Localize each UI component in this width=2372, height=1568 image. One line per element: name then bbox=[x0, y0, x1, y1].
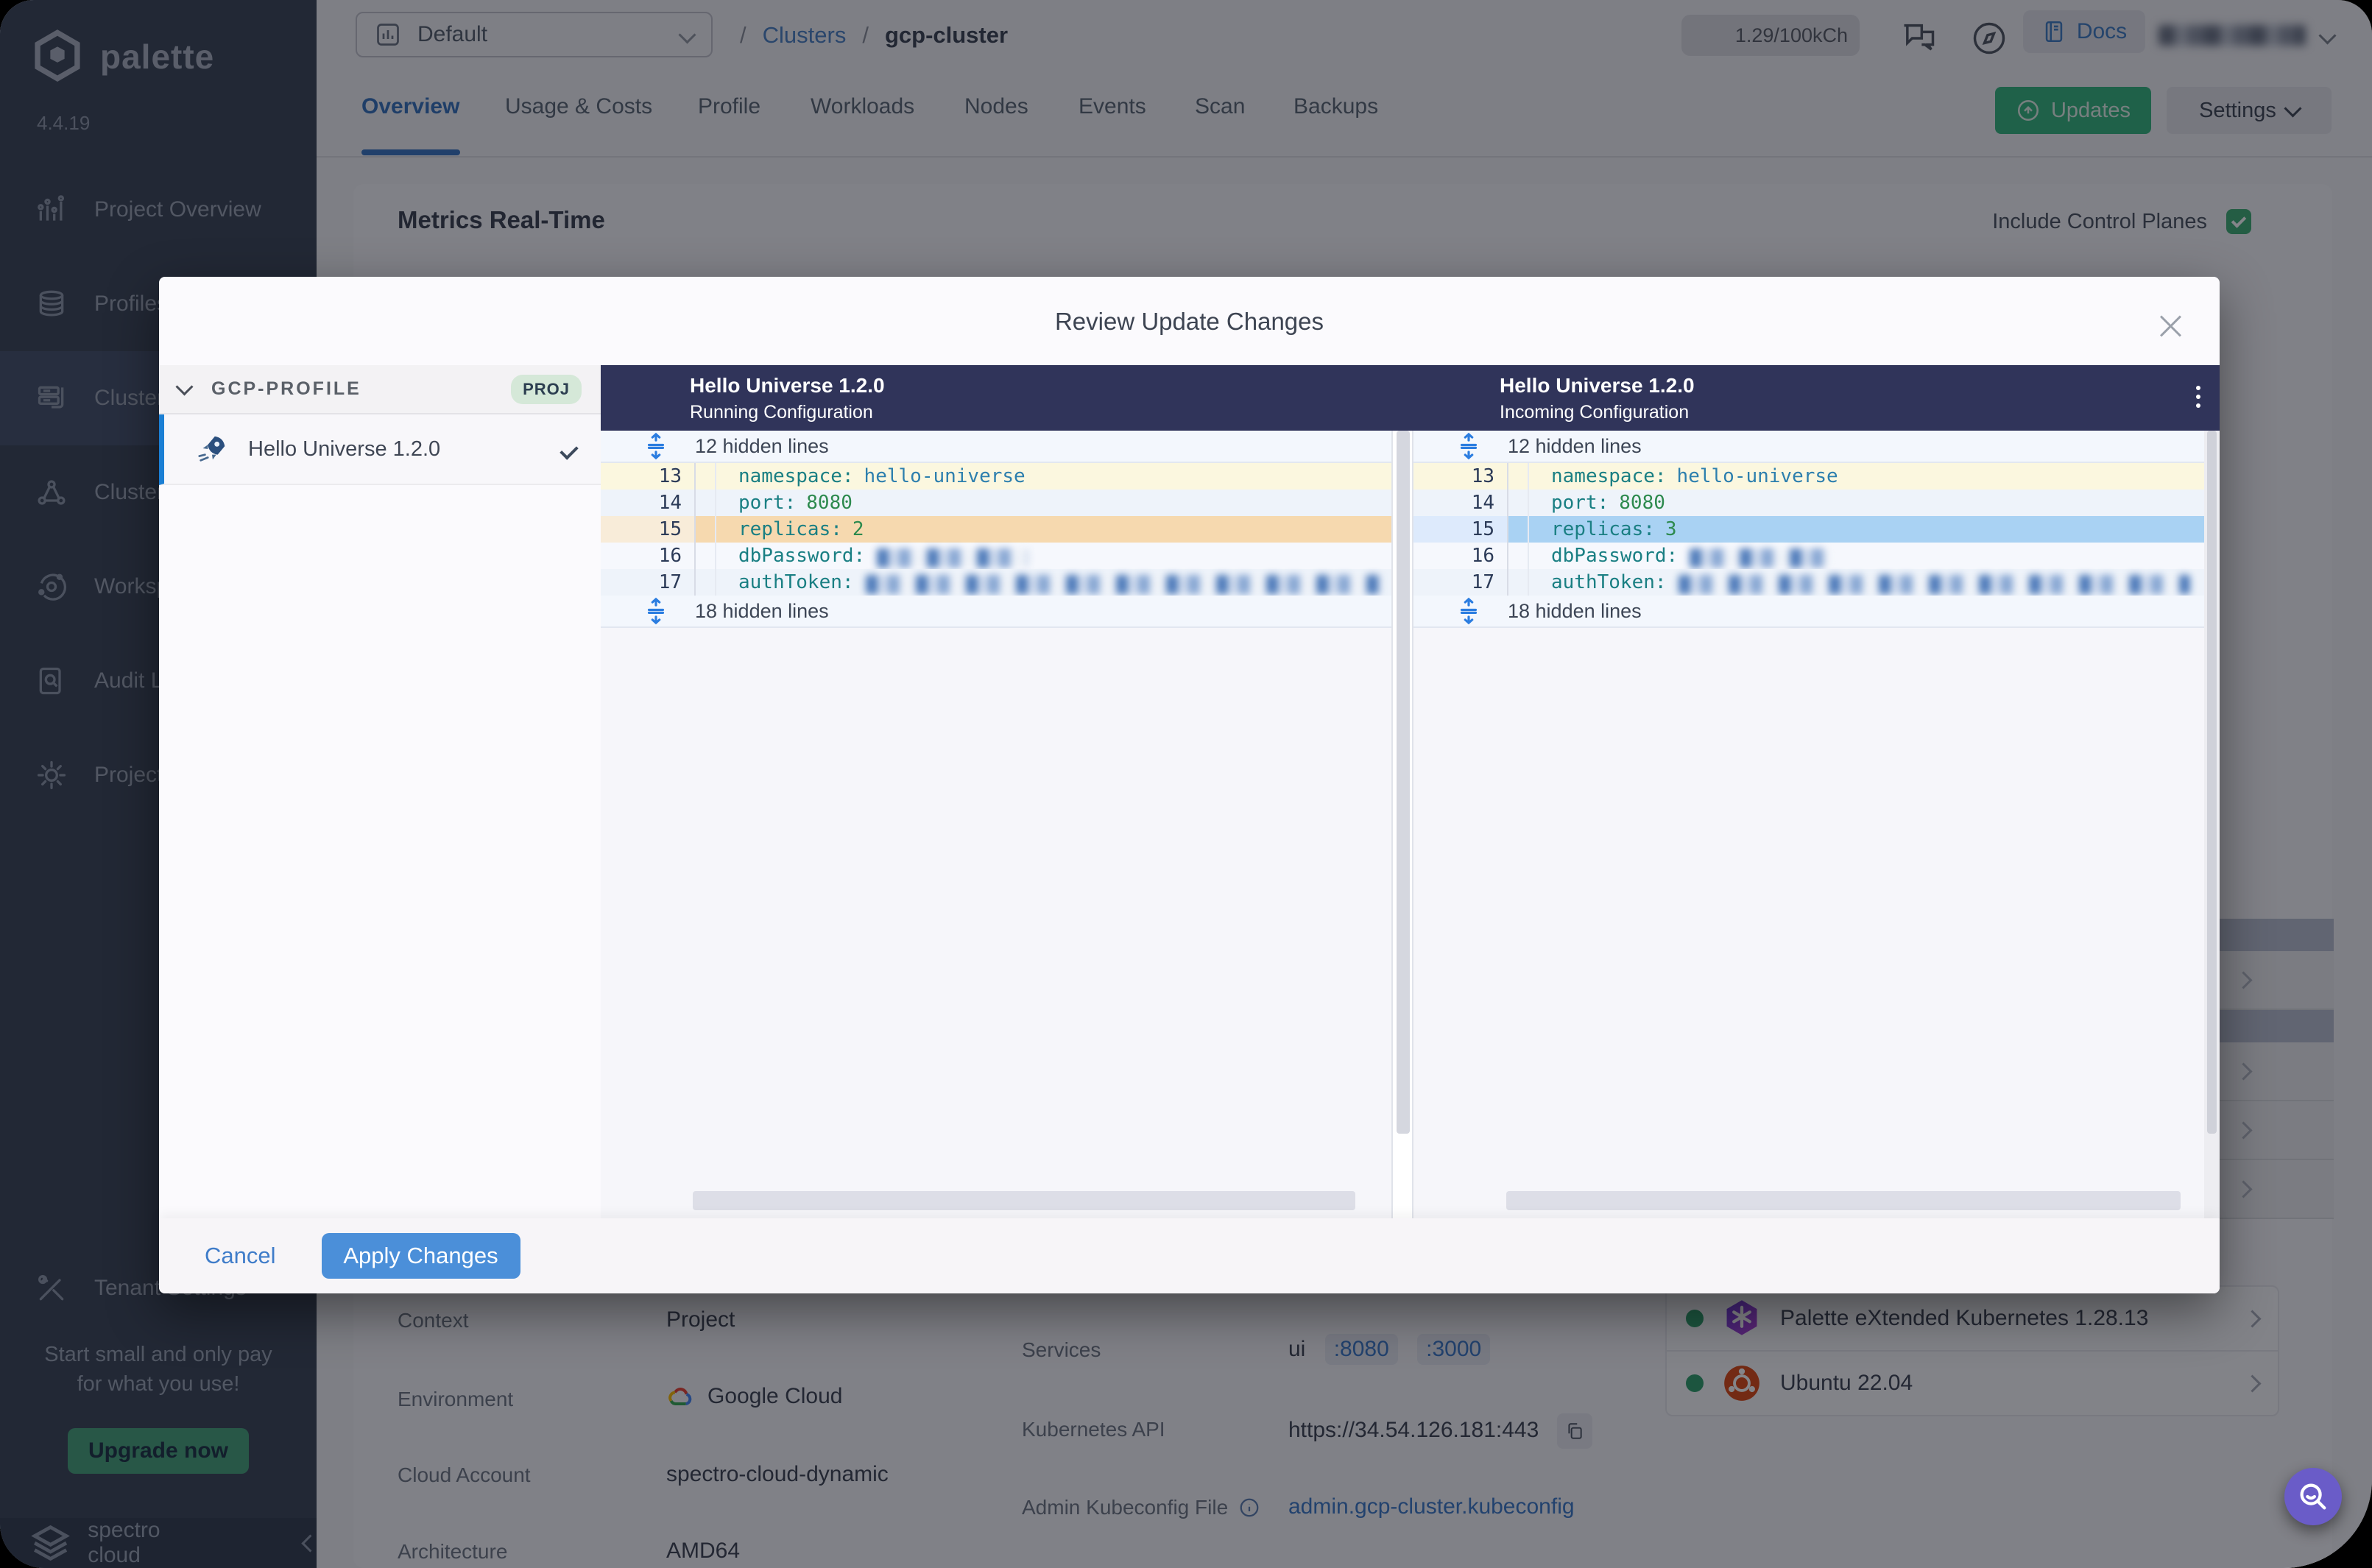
profile-panel: GCP-PROFILE PROJ Hello Universe 1.2.0 bbox=[159, 365, 602, 1218]
hidden-lines-row[interactable]: 12 hidden lines bbox=[601, 431, 1391, 463]
code-line-changed: 15 replicas: 2 bbox=[601, 516, 1391, 543]
running-pane-title: Hello Universe 1.2.0 bbox=[690, 374, 885, 397]
yaml-key: dbPassword: bbox=[738, 545, 866, 567]
help-search-fab[interactable] bbox=[2284, 1468, 2342, 1525]
redacted-value bbox=[1678, 574, 2190, 594]
vertical-scrollbar[interactable] bbox=[2207, 431, 2217, 1134]
code-line: 17 authToken: bbox=[1413, 569, 2204, 596]
close-icon[interactable] bbox=[2158, 312, 2184, 339]
kebab-menu-icon[interactable] bbox=[2196, 386, 2200, 390]
line-number: 14 bbox=[601, 490, 696, 516]
hidden-lines-label: 12 hidden lines bbox=[1508, 434, 1642, 457]
line-number: 14 bbox=[1413, 490, 1508, 516]
profile-pack-name: Hello Universe 1.2.0 bbox=[248, 437, 441, 461]
unfold-icon bbox=[1460, 432, 1478, 460]
rocket-icon bbox=[198, 436, 225, 462]
yaml-key: authToken: bbox=[1551, 571, 1667, 593]
yaml-value: 3 bbox=[1665, 518, 1677, 540]
hidden-lines-label: 18 hidden lines bbox=[1508, 599, 1642, 622]
check-icon bbox=[560, 437, 579, 462]
redacted-value bbox=[1690, 548, 1830, 568]
modal-footer: Cancel Apply Changes bbox=[159, 1218, 2220, 1293]
code-line: 14 port: 8080 bbox=[601, 490, 1391, 516]
incoming-pane-subtitle: Incoming Configuration bbox=[1500, 402, 1690, 423]
yaml-value: hello-universe bbox=[1676, 465, 1838, 487]
running-config-pane: 12 hidden lines 13 namespace: hello-unive… bbox=[601, 431, 1391, 1218]
code-line-changed: 15 replicas: 3 bbox=[1413, 516, 2204, 543]
right-scrollbar-gutter bbox=[2204, 431, 2220, 1218]
yaml-key: authToken: bbox=[738, 571, 854, 593]
hidden-lines-row[interactable]: 18 hidden lines bbox=[1413, 596, 2204, 628]
profile-group-name: GCP-PROFILE bbox=[211, 378, 361, 399]
hidden-lines-row[interactable]: 12 hidden lines bbox=[1413, 431, 2204, 463]
code-line: 17 authToken: bbox=[601, 569, 1391, 596]
yaml-key: namespace: bbox=[738, 465, 854, 487]
line-number: 17 bbox=[1413, 569, 1508, 596]
magnifier-face-icon bbox=[2300, 1483, 2326, 1510]
line-number: 15 bbox=[601, 516, 696, 543]
line-number: 17 bbox=[601, 569, 696, 596]
running-pane-subtitle: Running Configuration bbox=[690, 402, 873, 423]
code-line: 13 namespace: hello-universe bbox=[601, 463, 1391, 490]
yaml-key: replicas: bbox=[1551, 518, 1655, 540]
line-number: 16 bbox=[1413, 543, 1508, 569]
vertical-scrollbar-gutter bbox=[1391, 431, 1413, 1218]
incoming-config-pane: 12 hidden lines 13 namespace: hello-unive… bbox=[1413, 431, 2204, 1218]
scope-badge: PROJ bbox=[511, 374, 582, 404]
incoming-pane-title: Hello Universe 1.2.0 bbox=[1500, 374, 1695, 397]
unfold-icon bbox=[647, 597, 665, 625]
line-number: 13 bbox=[1413, 463, 1508, 490]
diff-area: Hello Universe 1.2.0 Running Configurati… bbox=[601, 365, 2220, 1218]
unfold-icon bbox=[1460, 597, 1478, 625]
yaml-key: replicas: bbox=[738, 518, 842, 540]
chevron-down-icon bbox=[175, 378, 194, 396]
horizontal-scrollbar[interactable] bbox=[1506, 1191, 2181, 1210]
modal-title: Review Update Changes bbox=[1054, 308, 1324, 335]
line-number: 16 bbox=[601, 543, 696, 569]
yaml-key: port: bbox=[738, 492, 797, 514]
cancel-button[interactable]: Cancel bbox=[200, 1242, 280, 1270]
redacted-value bbox=[865, 574, 1381, 594]
hidden-lines-label: 12 hidden lines bbox=[695, 434, 829, 457]
apply-changes-button[interactable]: Apply Changes bbox=[321, 1233, 520, 1279]
yaml-key: namespace: bbox=[1551, 465, 1667, 487]
yaml-value: hello-universe bbox=[864, 465, 1026, 487]
line-number: 15 bbox=[1413, 516, 1508, 543]
code-line: 14 port: 8080 bbox=[1413, 490, 2204, 516]
app-window: palette 4.4.19 Project Overview Profiles… bbox=[0, 0, 2372, 1568]
review-update-changes-modal: Review Update Changes GCP-PROFILE PROJ H… bbox=[159, 277, 2220, 1293]
horizontal-scrollbar[interactable] bbox=[693, 1191, 1355, 1210]
yaml-value: 8080 bbox=[806, 492, 853, 514]
profile-pack-item[interactable]: Hello Universe 1.2.0 bbox=[159, 414, 601, 485]
hidden-lines-label: 18 hidden lines bbox=[695, 599, 829, 622]
yaml-key: dbPassword: bbox=[1551, 545, 1679, 567]
yaml-value: 2 bbox=[852, 518, 864, 540]
code-line: 16 dbPassword: bbox=[601, 543, 1391, 569]
redacted-value bbox=[877, 548, 1028, 568]
vertical-scrollbar[interactable] bbox=[1397, 431, 1410, 1134]
hidden-lines-row[interactable]: 18 hidden lines bbox=[601, 596, 1391, 628]
line-number: 13 bbox=[601, 463, 696, 490]
code-line: 16 dbPassword: bbox=[1413, 543, 2204, 569]
profile-group-header[interactable]: GCP-PROFILE PROJ bbox=[159, 365, 601, 414]
unfold-icon bbox=[647, 432, 665, 460]
yaml-key: port: bbox=[1551, 492, 1609, 514]
code-line: 13 namespace: hello-universe bbox=[1413, 463, 2204, 490]
diff-header: Hello Universe 1.2.0 Running Configurati… bbox=[601, 365, 2220, 431]
yaml-value: 8080 bbox=[1619, 492, 1665, 514]
